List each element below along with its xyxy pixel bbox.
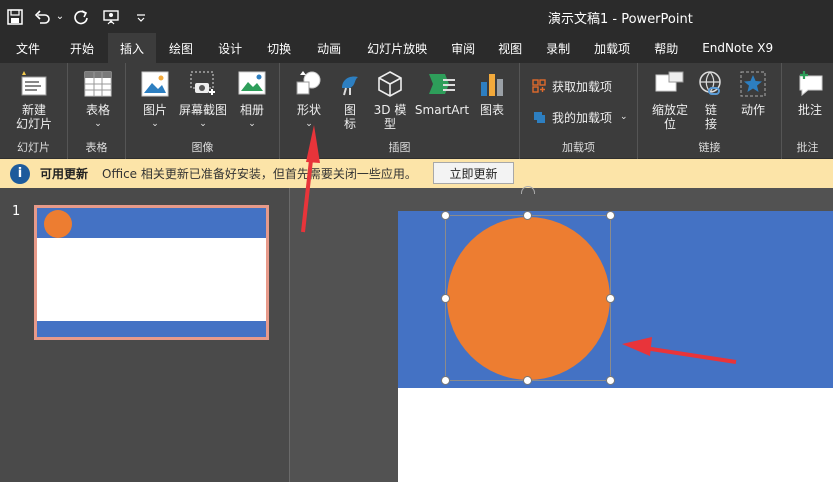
arrow-to-shapes-button	[301, 125, 320, 233]
annotation-arrows	[301, 125, 737, 364]
arrow-to-circle-shape	[622, 337, 737, 364]
